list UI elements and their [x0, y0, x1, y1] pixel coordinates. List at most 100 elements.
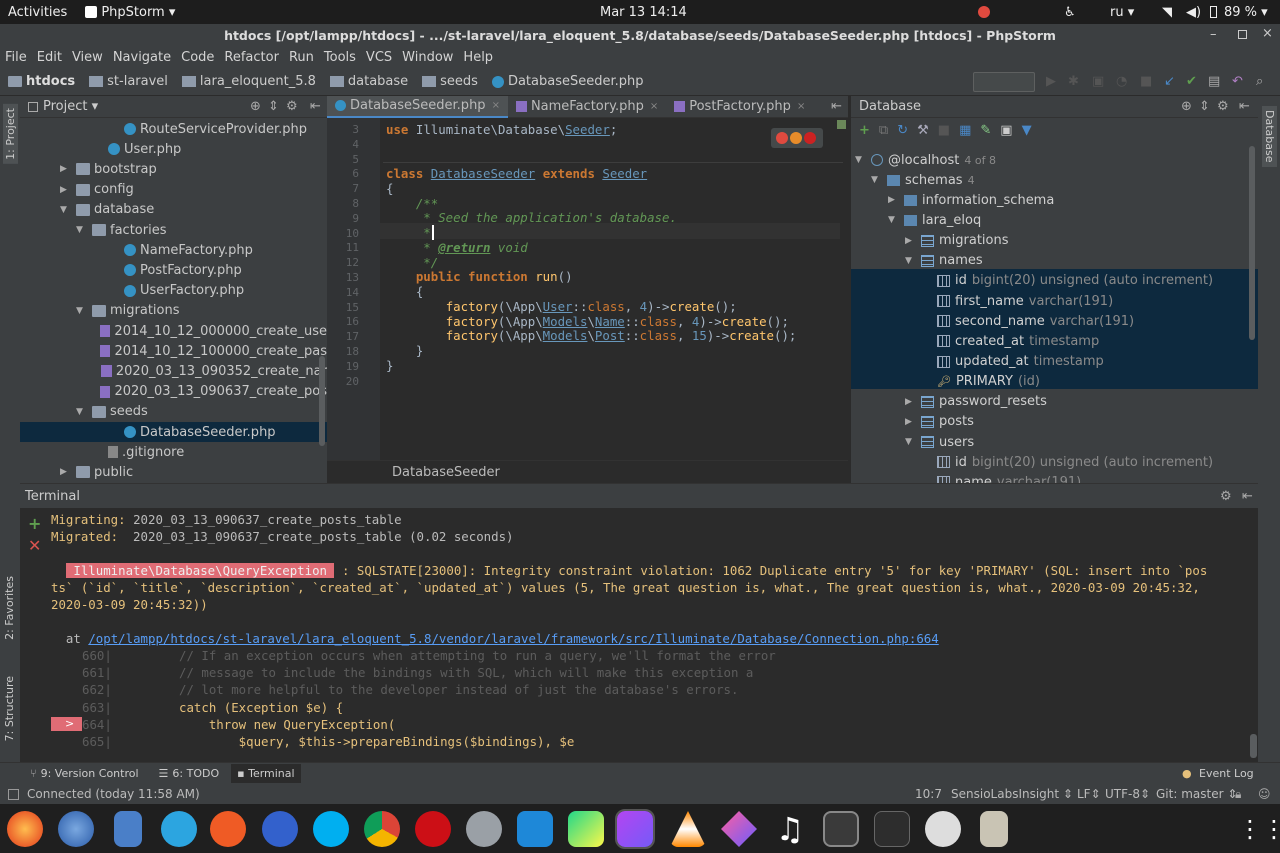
inspection-ok-icon[interactable] — [837, 120, 846, 129]
wifi-icon[interactable]: ◥ — [1162, 5, 1172, 20]
lock-icon[interactable]: 🔒︎ — [1235, 787, 1241, 802]
status-toggle-icon[interactable] — [8, 788, 19, 800]
project-tree-item[interactable]: .gitignore — [20, 442, 327, 462]
expand-arrow-icon[interactable]: ▶ — [905, 417, 915, 427]
inspector-icon[interactable]: ☺ — [1258, 787, 1271, 801]
project-tree-item[interactable]: PostFactory.php — [20, 260, 327, 280]
git-branch[interactable]: Git: master ⇕ — [1156, 787, 1237, 801]
collapse-icon[interactable]: ⇕ — [268, 99, 279, 114]
insight-widget[interactable]: SensioLabsInsight ⇕ — [951, 787, 1073, 801]
menu-run[interactable]: Run — [289, 50, 314, 65]
edit-icon[interactable]: ✎ — [980, 123, 991, 138]
expand-arrow-icon[interactable]: ▶ — [888, 195, 898, 205]
opera-icon[interactable] — [415, 811, 451, 847]
project-tree-item[interactable]: DatabaseSeeder.php — [20, 422, 327, 442]
encoding[interactable]: UTF-8⇕ — [1105, 787, 1150, 801]
tab-todo[interactable]: 6: TODO — [172, 767, 219, 780]
database-tree-item[interactable]: id bigint(20) unsigned (auto increment) — [921, 271, 1213, 291]
structure-tool-tab[interactable]: 7: Structure — [3, 676, 16, 741]
database-tree-item[interactable]: ▼ schemas 4 — [871, 170, 975, 190]
expand-arrow-icon[interactable]: ▼ — [855, 155, 865, 165]
project-tree-item[interactable]: 2020_03_13_090352_create_nar — [20, 361, 327, 381]
database-tree-item[interactable]: id bigint(20) unsigned (auto increment) — [921, 452, 1213, 472]
expand-arrow-icon[interactable]: ▼ — [76, 225, 86, 235]
database-tree-item[interactable]: ▼ lara_eloq — [888, 210, 981, 230]
database-tree-item[interactable]: 🔑︎ PRIMARY (id) — [921, 372, 1040, 392]
history-icon[interactable]: ▤ — [1208, 74, 1220, 89]
expand-arrow-icon[interactable]: ▼ — [905, 437, 915, 447]
project-tree-item[interactable]: 2014_10_12_000000_create_use — [20, 321, 327, 341]
clock[interactable]: Mar 13 14:14 — [600, 5, 687, 20]
project-view-select[interactable]: Project ▾ — [43, 99, 98, 114]
chrome-tray-icon[interactable] — [978, 6, 990, 18]
activities-button[interactable]: Activities — [8, 5, 67, 20]
run-icon[interactable]: ▶ — [1046, 74, 1056, 89]
system-monitor-icon[interactable] — [823, 811, 859, 847]
tab-version-control[interactable]: 9: Version Control — [41, 767, 139, 780]
database-tree-item[interactable]: ▶ password_resets — [905, 392, 1047, 412]
database-tree-item[interactable]: ▶ information_schema — [888, 190, 1054, 210]
expand-arrow-icon[interactable]: ▶ — [905, 397, 915, 407]
menu-window[interactable]: Window — [402, 50, 453, 65]
thunderbird-icon[interactable] — [58, 811, 94, 847]
files-icon[interactable] — [114, 811, 142, 847]
app-menu-button[interactable]: PhpStorm ▾ — [101, 5, 175, 20]
close-tab-icon[interactable]: × — [650, 101, 658, 112]
simplenote-icon[interactable] — [262, 811, 298, 847]
expand-arrow-icon[interactable]: ▼ — [76, 407, 86, 417]
debug-icon[interactable]: ✱ — [1068, 74, 1079, 89]
tuxguitar-icon[interactable] — [721, 811, 757, 847]
menu-refactor[interactable]: Refactor — [224, 50, 279, 65]
tab-menu-icon[interactable]: ⇤ — [831, 99, 842, 114]
skype-icon[interactable] — [313, 811, 349, 847]
expand-arrow-icon[interactable]: ▶ — [905, 236, 915, 246]
project-tree-item[interactable]: ▶ bootstrap — [20, 159, 327, 179]
console-icon[interactable]: ▣ — [1000, 123, 1012, 138]
phpstorm-icon[interactable] — [615, 809, 655, 849]
postman-icon[interactable] — [210, 811, 246, 847]
project-tree-item[interactable]: ▼ migrations — [20, 301, 327, 321]
database-tree-item[interactable]: first_name varchar(191) — [921, 291, 1113, 311]
project-tree-item[interactable]: 2014_10_12_100000_create_pas — [20, 341, 327, 361]
project-tree-item[interactable]: ▶ config — [20, 180, 327, 200]
accessibility-icon[interactable]: ♿ — [1064, 5, 1076, 20]
new-terminal-icon[interactable]: + — [28, 514, 41, 533]
menu-help[interactable]: Help — [463, 50, 493, 65]
tab-event-log[interactable]: Event Log — [1199, 767, 1254, 780]
project-tree-item[interactable]: User.php — [20, 139, 327, 159]
chrome-icon[interactable] — [776, 132, 788, 144]
tab-namefactory[interactable]: NameFactory.php × — [508, 96, 666, 118]
menu-vcs[interactable]: VCS — [366, 50, 392, 65]
music-icon[interactable]: ♫ — [772, 811, 808, 847]
tab-postfactory[interactable]: PostFactory.php × — [666, 96, 813, 118]
breadcrumb-file[interactable]: DatabaseSeeder.php — [508, 74, 644, 89]
tab-databaseseeder[interactable]: DatabaseSeeder.php × — [327, 95, 508, 118]
breadcrumb-database[interactable]: database — [348, 74, 408, 89]
database-tree-item[interactable]: ▶ migrations — [905, 231, 1009, 251]
vscode-icon[interactable] — [517, 811, 553, 847]
maximize-button[interactable] — [1238, 30, 1247, 39]
project-tree-item[interactable]: ▼ seeds — [20, 402, 327, 422]
properties-icon[interactable]: ⚒ — [917, 123, 929, 138]
menu-navigate[interactable]: Navigate — [113, 50, 171, 65]
minimize-button[interactable]: – — [1210, 27, 1217, 42]
database-tool-tab[interactable]: Database — [1262, 106, 1277, 167]
expand-arrow-icon[interactable]: ▼ — [905, 256, 915, 266]
close-terminal-icon[interactable]: ✕ — [28, 536, 41, 555]
menu-view[interactable]: View — [72, 50, 103, 65]
browser-preview-icons[interactable] — [771, 128, 823, 148]
table-icon[interactable]: ▦ — [959, 123, 971, 138]
project-tree-item[interactable]: RouteServiceProvider.php — [20, 119, 327, 139]
show-apps-icon[interactable]: ⋮⋮ — [1238, 811, 1280, 847]
revert-icon[interactable]: ↶ — [1232, 74, 1243, 89]
breadcrumb-st-laravel[interactable]: st-laravel — [107, 74, 168, 89]
stop-icon[interactable]: ■ — [938, 123, 950, 138]
database-tree-item[interactable]: ▼ users — [905, 432, 974, 452]
menu-tools[interactable]: Tools — [324, 50, 356, 65]
close-tab-icon[interactable]: × — [797, 101, 805, 112]
breadcrumb-lara-eloquent[interactable]: lara_eloquent_5.8 — [200, 74, 316, 89]
breadcrumb-seeds[interactable]: seeds — [440, 74, 478, 89]
coverage-icon[interactable]: ▣ — [1092, 74, 1104, 89]
terminal-app-icon[interactable] — [874, 811, 910, 847]
gear-icon[interactable]: ⚙ — [1217, 99, 1229, 114]
